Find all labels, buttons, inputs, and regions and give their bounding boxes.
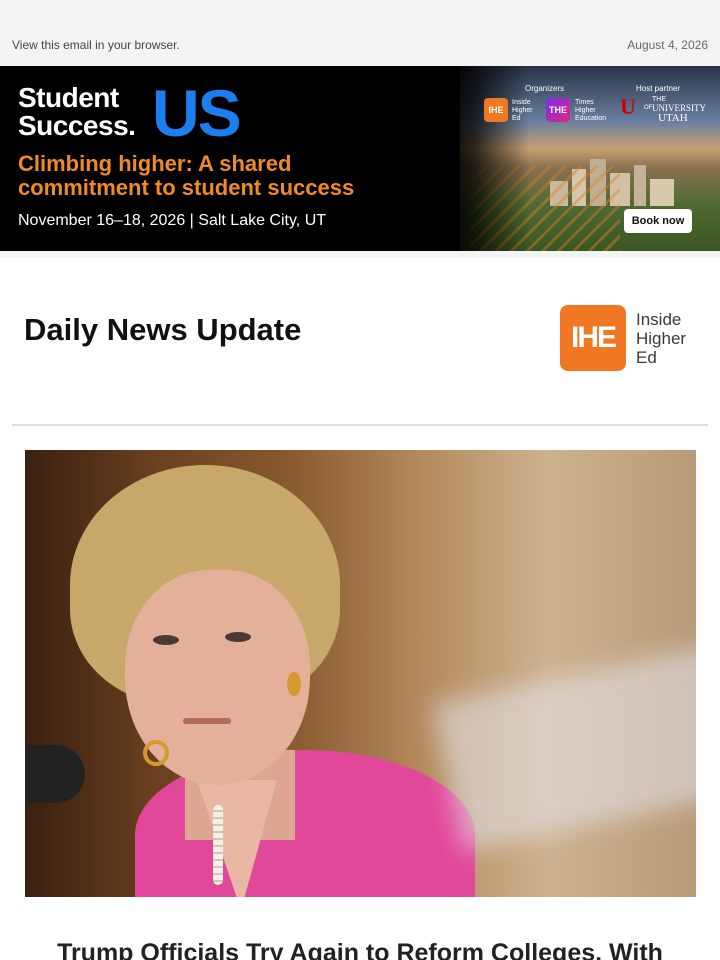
foreground-blur (432, 638, 696, 852)
event-brand-name: Student Success. (18, 82, 136, 141)
left-earring-shape (143, 740, 169, 766)
right-eye-shape (225, 632, 251, 642)
left-eye-shape (153, 635, 179, 645)
email-preheader: View this email in your browser. August … (0, 0, 720, 66)
host-of: OF (644, 105, 653, 111)
pearl-necklace-shape (213, 805, 223, 885)
host-the: THE (652, 96, 666, 103)
university-of-utah-icon: U (620, 94, 636, 119)
org1-name-line: Higher (512, 107, 533, 114)
the-organizer-logo: THE (546, 98, 570, 122)
right-earring-shape (287, 672, 301, 696)
newsletter-card: Daily News Update IHE Inside Higher Ed T… (0, 258, 720, 960)
ihe-organizer-logo: IHE (484, 98, 508, 122)
section-divider (12, 424, 708, 426)
org1-name-line: Ed (512, 115, 521, 122)
org2-name-line: Education (575, 115, 607, 122)
org2-name-line: Times (575, 99, 594, 106)
org2-name-line: Higher (575, 107, 596, 114)
brand-line-2: Success. (18, 110, 136, 141)
ihe-organizer-name: Inside Higher Ed (512, 99, 533, 123)
event-tagline: Climbing higher: A shared commitment to … (18, 152, 438, 200)
org1-name-line: Inside (512, 99, 531, 106)
ihe-wordmark-line: Ed (636, 347, 657, 367)
tagline-line-2: commitment to student success (18, 175, 355, 200)
ihe-mark-icon: IHE (560, 305, 626, 371)
mouth-shape (183, 718, 231, 724)
event-banner[interactable]: Student Success. US Climbing higher: A s… (0, 66, 720, 251)
organizers-label: Organizers (525, 84, 565, 93)
story-headline-link[interactable]: Trump Officials Try Again to Reform Coll… (0, 938, 720, 960)
microphone-shape (25, 745, 85, 803)
tagline-line-1: Climbing higher: A shared (18, 151, 292, 176)
host-utah: UTAH (658, 112, 688, 124)
host-partner-label: Host partner (636, 84, 681, 93)
ihe-wordmark-line: Inside (636, 309, 682, 329)
banner-fade (440, 66, 530, 251)
story-hero-image[interactable] (25, 450, 696, 897)
ihe-wordmark: Inside Higher Ed (636, 310, 686, 367)
event-dates-location: November 16–18, 2026 | Salt Lake City, U… (18, 212, 327, 229)
inside-higher-ed-logo[interactable]: IHE Inside Higher Ed (560, 305, 686, 371)
book-now-button[interactable]: Book now (624, 209, 692, 233)
view-in-browser-link[interactable]: View this email in your browser. (12, 38, 180, 52)
email-date: August 4, 2026 (627, 38, 708, 52)
ihe-wordmark-line: Higher (636, 328, 687, 348)
newsletter-title: Daily News Update (24, 312, 302, 347)
the-organizer-name: Times Higher Education (575, 99, 606, 123)
brand-us: US (152, 76, 242, 150)
brand-line-1: Student (18, 82, 119, 113)
